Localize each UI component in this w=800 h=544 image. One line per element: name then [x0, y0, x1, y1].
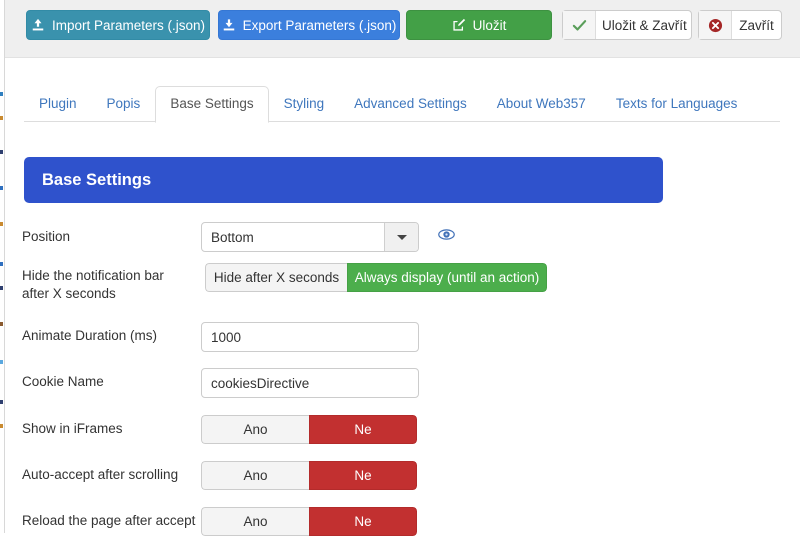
- import-parameters-label: Import Parameters (.json): [51, 17, 206, 33]
- tab-texts-for-languages-label: Texts for Languages: [615, 96, 738, 111]
- import-parameters-button[interactable]: Import Parameters (.json): [26, 10, 210, 40]
- download-icon: [222, 18, 236, 32]
- auto-accept-scroll-option-ne[interactable]: Ne: [309, 461, 417, 490]
- tab-plugin[interactable]: Plugin: [24, 86, 92, 123]
- row-animate-duration: Animate Duration (ms): [0, 313, 800, 360]
- tab-base-settings[interactable]: Base Settings: [155, 86, 269, 123]
- tab-texts-for-languages[interactable]: Texts for Languages: [601, 86, 753, 123]
- hide-bar-option-a[interactable]: Hide after X seconds: [205, 263, 347, 292]
- position-select[interactable]: Bottom: [201, 222, 419, 252]
- panel-header: Base Settings: [24, 157, 663, 203]
- hide-bar-option-b[interactable]: Always display (until an action): [347, 263, 547, 292]
- auto-accept-scroll-toggle[interactable]: Ano Ne: [201, 461, 417, 490]
- top-toolbar: Import Parameters (.json) Export Paramet…: [4, 0, 800, 58]
- tab-popis[interactable]: Popis: [92, 86, 156, 123]
- row-hide-bar: Hide the notification bar after X second…: [0, 261, 800, 313]
- cookie-name-input[interactable]: [201, 368, 419, 398]
- position-control: Bottom: [201, 222, 419, 252]
- position-label: Position: [22, 229, 71, 244]
- show-in-iframes-toggle[interactable]: Ano Ne: [201, 415, 417, 444]
- show-in-iframes-option-ano[interactable]: Ano: [201, 415, 309, 444]
- auto-accept-scroll-label: Auto-accept after scrolling: [22, 467, 179, 482]
- chevron-down-icon[interactable]: [384, 223, 418, 251]
- cookie-name-control: [201, 368, 419, 398]
- check-icon: [563, 11, 596, 39]
- auto-accept-scroll-control: Ano Ne: [201, 461, 417, 490]
- save-and-close-button[interactable]: Uložit & Zavřít: [562, 10, 692, 40]
- tab-bar: Plugin Popis Base Settings Styling Advan…: [24, 86, 780, 123]
- animate-duration-control: [201, 322, 419, 352]
- tab-about-web357-label: About Web357: [496, 96, 586, 111]
- close-label: Zavřít: [739, 17, 774, 33]
- collapsed-sidebar-sliver: [0, 0, 5, 533]
- position-select-value: Bottom: [211, 229, 254, 245]
- cookie-name-label: Cookie Name: [22, 374, 104, 389]
- row-auto-accept-scroll: Auto-accept after scrolling Ano Ne: [0, 452, 800, 498]
- edit-icon: [452, 18, 466, 32]
- tab-advanced-settings[interactable]: Advanced Settings: [339, 86, 482, 123]
- tab-styling[interactable]: Styling: [269, 86, 340, 123]
- reload-after-accept-option-ne[interactable]: Ne: [309, 507, 417, 536]
- row-cookie-name: Cookie Name: [0, 360, 800, 406]
- hide-bar-toggle[interactable]: Hide after X seconds Always display (unt…: [205, 263, 547, 292]
- row-show-in-iframes: Show in iFrames Ano Ne: [0, 406, 800, 452]
- save-and-close-label: Uložit & Zavřít: [602, 17, 687, 33]
- show-in-iframes-label: Show in iFrames: [22, 421, 123, 436]
- animate-duration-label: Animate Duration (ms): [22, 328, 158, 343]
- tab-base-settings-label: Base Settings: [170, 96, 254, 111]
- save-button[interactable]: Uložit: [406, 10, 552, 40]
- reload-after-accept-control: Ano Ne: [201, 507, 417, 536]
- hide-bar-label: Hide the notification bar after X second…: [22, 268, 164, 301]
- show-in-iframes-control: Ano Ne: [201, 415, 417, 444]
- cancel-circle-icon: [699, 11, 732, 39]
- reload-after-accept-toggle[interactable]: Ano Ne: [201, 507, 417, 536]
- tab-advanced-settings-label: Advanced Settings: [354, 96, 467, 111]
- show-in-iframes-option-ne[interactable]: Ne: [309, 415, 417, 444]
- tab-styling-label: Styling: [283, 96, 325, 111]
- auto-accept-scroll-option-ano[interactable]: Ano: [201, 461, 309, 490]
- reload-after-accept-label: Reload the page after accept: [22, 513, 196, 528]
- tab-popis-label: Popis: [106, 96, 141, 111]
- close-button[interactable]: Zavřít: [698, 10, 782, 40]
- save-label: Uložit: [472, 17, 507, 33]
- panel-title: Base Settings: [42, 170, 152, 189]
- upload-icon: [31, 18, 45, 32]
- tab-about-web357[interactable]: About Web357: [482, 86, 601, 123]
- settings-form: Position Bottom Hide the notification ba…: [0, 215, 800, 544]
- tab-plugin-label: Plugin: [39, 96, 77, 111]
- row-reload-after-accept: Reload the page after accept Ano Ne: [0, 498, 800, 544]
- export-parameters-label: Export Parameters (.json): [242, 17, 397, 33]
- animate-duration-input[interactable]: [201, 322, 419, 352]
- reload-after-accept-option-ano[interactable]: Ano: [201, 507, 309, 536]
- eye-icon[interactable]: [438, 228, 455, 241]
- export-parameters-button[interactable]: Export Parameters (.json): [218, 10, 400, 40]
- hide-bar-control: Hide after X seconds Always display (unt…: [205, 263, 547, 292]
- row-position: Position Bottom: [0, 215, 800, 261]
